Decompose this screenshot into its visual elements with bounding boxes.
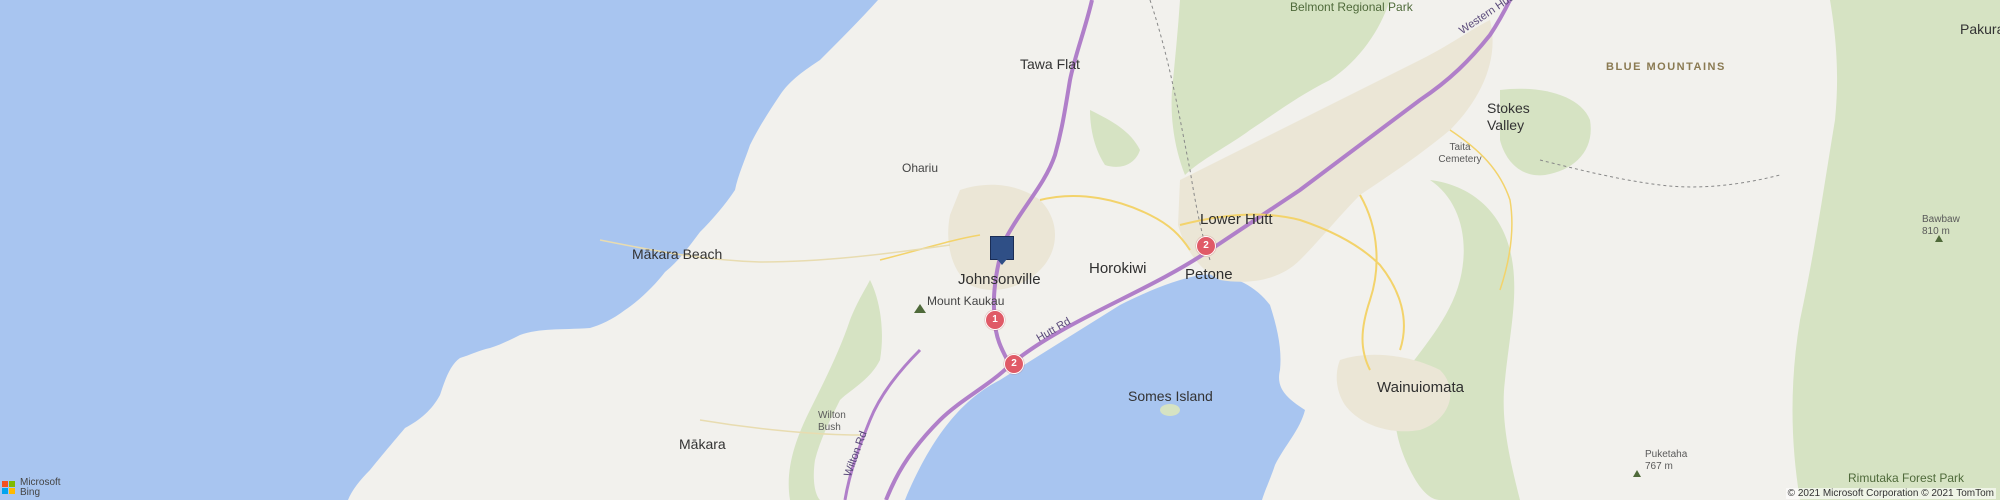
label-bawbaw: Bawbaw xyxy=(1922,214,1960,225)
label-mount-kaukau: Mount Kaukau xyxy=(927,294,1005,308)
label-johnsonville: Johnsonville xyxy=(958,271,1041,288)
state-highway-2-shield: 2 xyxy=(1004,354,1024,374)
label-puketaha: Puketaha xyxy=(1645,449,1688,460)
label-horokiwi: Horokiwi xyxy=(1089,260,1147,277)
location-pin-icon[interactable] xyxy=(990,236,1014,265)
label-makara-beach: Mākara Beach xyxy=(632,246,723,262)
label-tawa-flat: Tawa Flat xyxy=(1020,56,1080,72)
map-canvas[interactable]: Tawa Flat Ohariu Mākara Beach Johnsonvil… xyxy=(0,0,2000,500)
label-petone: Petone xyxy=(1185,266,1233,283)
state-highway-1-shield: 1 xyxy=(985,310,1005,330)
label-puketaha-elevation: 767 m xyxy=(1645,461,1673,472)
mountain-peak-icon xyxy=(1633,470,1641,477)
mountain-peak-icon xyxy=(914,304,926,313)
brand-bing-text: Bing xyxy=(20,487,41,498)
label-taita-cemetery: Taita Cemetery xyxy=(1438,142,1482,165)
copyright-text: © 2021 Microsoft Corporation © 2021 TomT… xyxy=(1785,488,1996,499)
label-blue-mountains: BLUE MOUNTAINS xyxy=(1606,61,1726,73)
label-rimutaka-forest-park: Rimutaka Forest Park xyxy=(1848,471,1965,485)
label-pakuratahi: Pakura xyxy=(1960,21,2000,37)
label-makara: Mākara xyxy=(679,436,726,452)
label-somes-island: Somes Island xyxy=(1128,388,1213,404)
label-ohariu: Ohariu xyxy=(902,161,939,175)
label-wainuiomata: Wainuiomata xyxy=(1377,379,1464,396)
label-stokes-valley: Stokes Valley xyxy=(1487,100,1530,133)
microsoft-logo-icon xyxy=(2,481,16,495)
state-highway-2-shield: 2 xyxy=(1196,236,1216,256)
somes-island-land xyxy=(1160,404,1180,416)
mountain-peak-icon xyxy=(1935,235,1943,242)
bing-brand: Microsoft Bing xyxy=(2,478,61,498)
label-lower-hutt: Lower Hutt xyxy=(1200,211,1273,228)
label-belmont-regional-park: Belmont Regional Park xyxy=(1290,0,1413,14)
